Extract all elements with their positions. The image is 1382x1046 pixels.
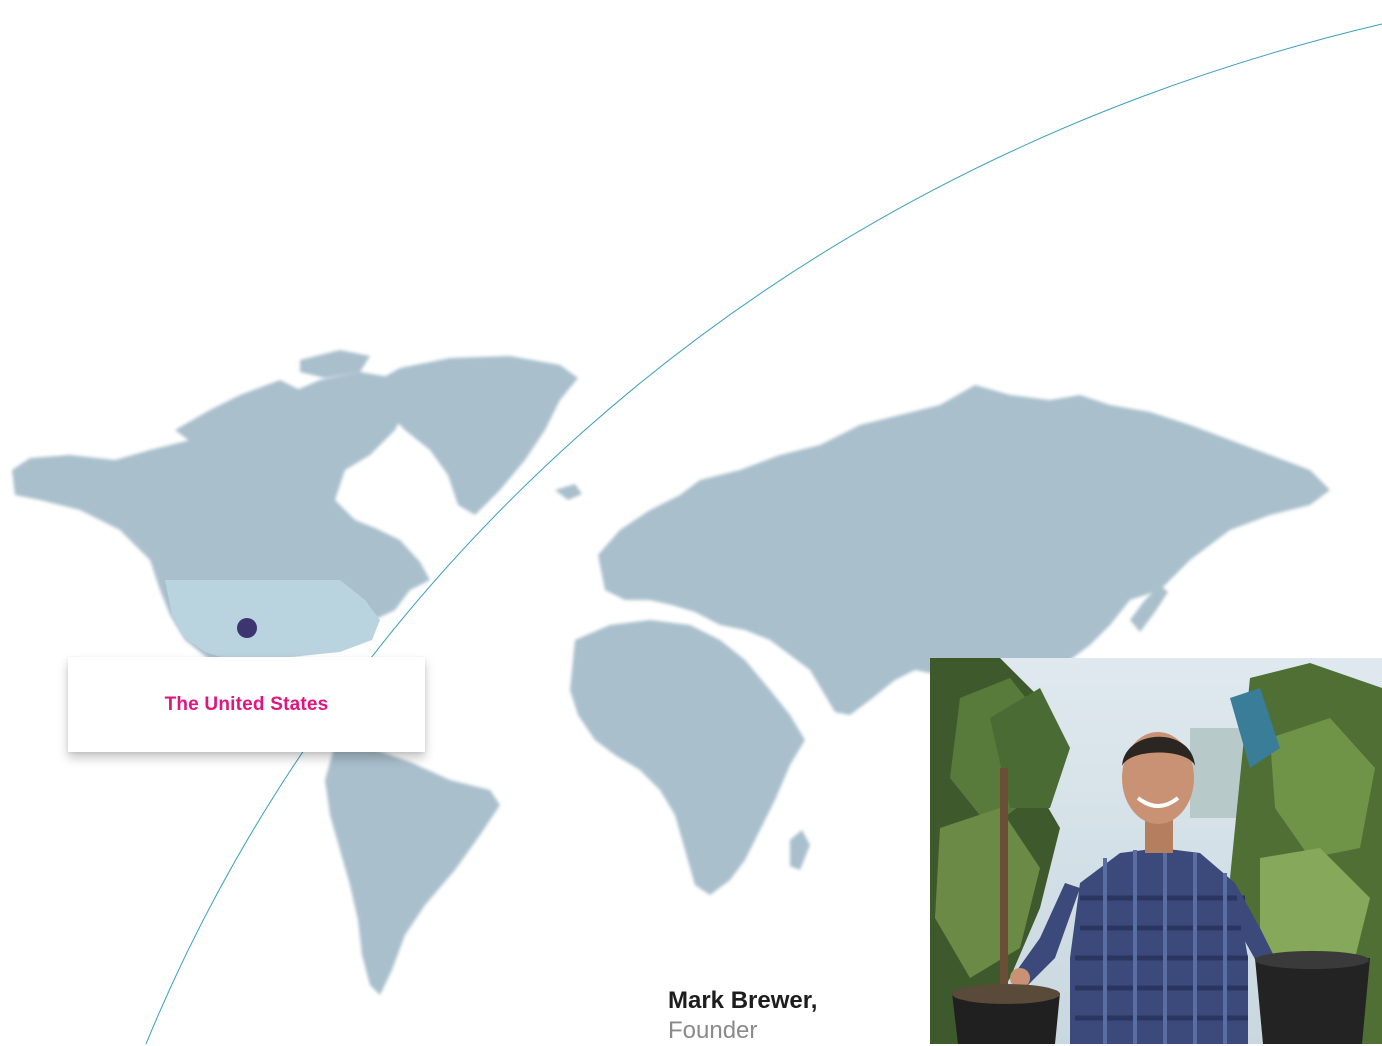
page: The United States Mark Brewer, Founder [0, 0, 1382, 1044]
location-marker [237, 618, 257, 638]
location-card[interactable]: The United States [68, 657, 425, 752]
person-caption: Mark Brewer, Founder [668, 986, 918, 1046]
location-label: The United States [164, 693, 329, 715]
founder-photo [930, 658, 1382, 1044]
greenland-shape [370, 356, 578, 515]
person-role: Founder [668, 1017, 758, 1044]
africa-shape [570, 620, 805, 895]
person-name: Mark Brewer, [668, 987, 818, 1014]
south-america-shape [325, 745, 500, 995]
